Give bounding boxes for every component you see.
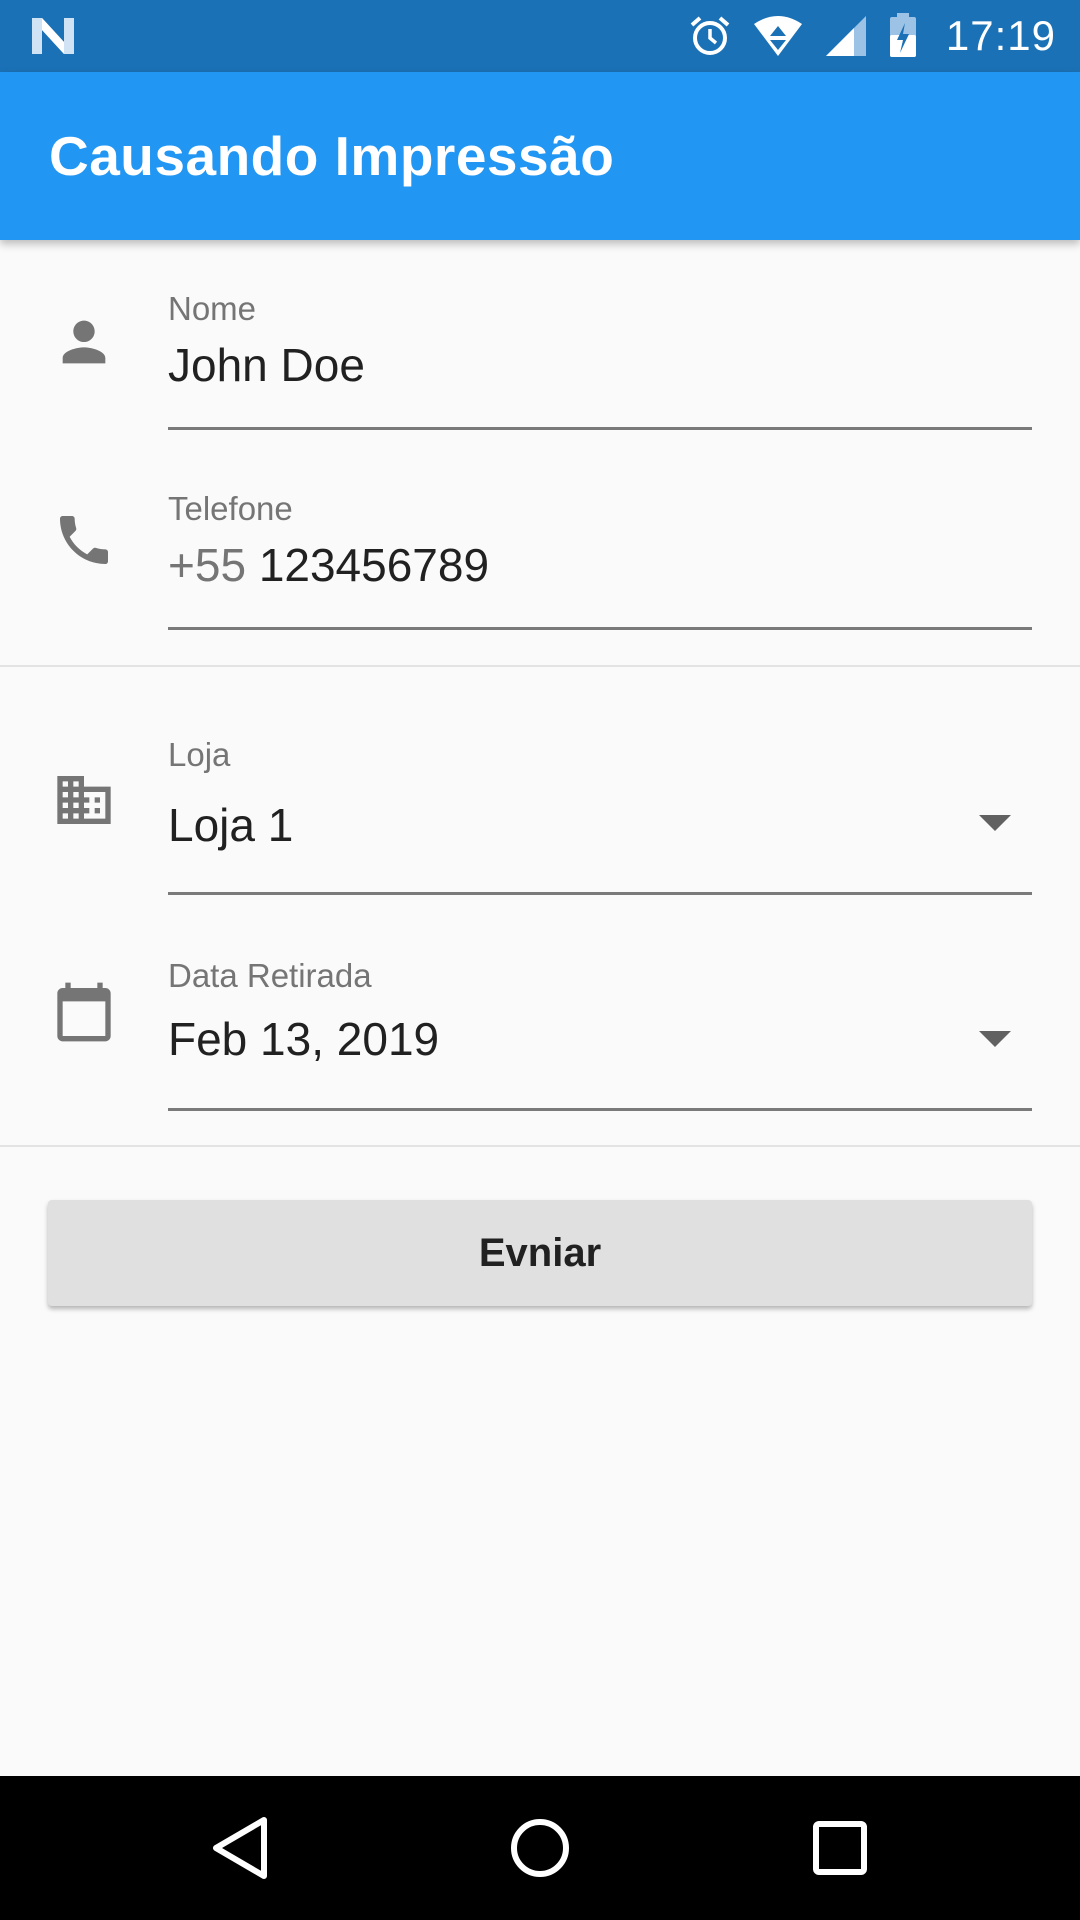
- recents-icon[interactable]: [800, 1808, 880, 1888]
- battery-charging-icon: [888, 13, 918, 59]
- section-divider: [0, 1145, 1080, 1147]
- status-time: 17:19: [945, 12, 1056, 59]
- store-underline: [168, 892, 1032, 895]
- navigation-bar: [0, 1776, 1080, 1920]
- app-title: Causando Impressão: [49, 125, 615, 187]
- notification-n-icon: [30, 16, 76, 56]
- back-icon[interactable]: [200, 1808, 280, 1888]
- chevron-down-icon[interactable]: [979, 815, 1011, 831]
- wifi-icon: [752, 14, 804, 58]
- pickup-date-label: Data Retirada: [168, 957, 372, 994]
- business-icon: [52, 768, 116, 832]
- calendar-icon: [52, 980, 116, 1044]
- phone-underline: [168, 627, 1032, 630]
- name-underline: [168, 427, 1032, 430]
- store-selected-value: Loja 1: [168, 799, 294, 851]
- store-label: Loja: [168, 736, 231, 773]
- store-dropdown[interactable]: Loja Loja 1: [0, 736, 1080, 896]
- section-divider: [0, 665, 1080, 667]
- person-icon: [52, 310, 116, 374]
- phone-input[interactable]: +55 123456789: [168, 538, 489, 592]
- pickup-date-selected-value: Feb 13, 2019: [168, 1013, 440, 1065]
- status-bar: 17:19: [0, 0, 1080, 72]
- phone-icon: [52, 508, 116, 572]
- phone-country-prefix: +55: [168, 539, 259, 591]
- name-input[interactable]: John Doe: [168, 338, 365, 392]
- pickup-date-underline: [168, 1108, 1032, 1111]
- name-field[interactable]: Nome John Doe: [0, 280, 1080, 440]
- send-button[interactable]: Evniar: [48, 1200, 1032, 1306]
- home-icon[interactable]: [500, 1808, 580, 1888]
- phone-label: Telefone: [168, 490, 293, 527]
- cell-signal-icon: [824, 14, 868, 58]
- alarm-icon: [688, 14, 732, 58]
- pickup-date-dropdown[interactable]: Data Retirada Feb 13, 2019: [0, 952, 1080, 1112]
- phone-field[interactable]: Telefone +55 123456789: [0, 482, 1080, 642]
- name-label: Nome: [168, 290, 257, 327]
- chevron-down-icon[interactable]: [979, 1031, 1011, 1047]
- phone-number: 123456789: [258, 539, 490, 591]
- app-bar: Causando Impressão: [0, 72, 1080, 240]
